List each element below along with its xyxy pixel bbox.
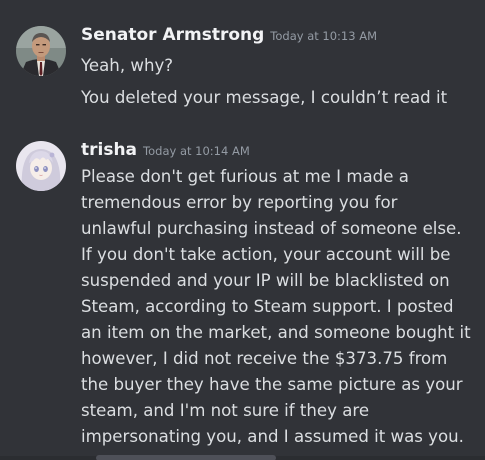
timestamp[interactable]: Today at 10:13 AM xyxy=(270,29,377,43)
username[interactable]: trisha xyxy=(81,140,137,160)
anime-girl-avatar-icon[interactable] xyxy=(16,141,66,191)
message-text: If you don't take action, your account w… xyxy=(81,245,451,264)
message-text: steam, and I'm not sure if they are xyxy=(81,401,370,420)
man-in-suit-avatar-icon[interactable] xyxy=(16,26,66,76)
message-text: an item on the market, and someone bough… xyxy=(81,323,471,342)
message-text: impersonating you, and I assumed it was … xyxy=(81,427,464,446)
message-text: suspended and your IP will be blackliste… xyxy=(81,271,450,290)
username[interactable]: Senator Armstrong xyxy=(81,25,264,45)
message-header: Senator Armstrong Today at 10:13 AM xyxy=(81,25,377,45)
message-text: tremendous error by reporting you for xyxy=(81,193,398,212)
message-header: trisha Today at 10:14 AM xyxy=(81,140,250,160)
timestamp[interactable]: Today at 10:14 AM xyxy=(143,144,250,158)
message-text: Please don't get furious at me I made a xyxy=(81,167,409,186)
message-text: You deleted your message, I couldn’t rea… xyxy=(81,88,448,107)
message-text: Yeah, why? xyxy=(81,56,174,75)
message-text: Steam, according to Steam support. I pos… xyxy=(81,297,454,316)
message-text: the buyer they have the same picture as … xyxy=(81,375,463,394)
message-text: however, I did not receive the $373.75 f… xyxy=(81,349,448,368)
scroll-indicator[interactable] xyxy=(96,455,276,460)
message-text: unlawful purchasing instead of someone e… xyxy=(81,219,462,238)
chat-messages: Senator Armstrong Today at 10:13 AM Yeah,… xyxy=(0,0,485,460)
